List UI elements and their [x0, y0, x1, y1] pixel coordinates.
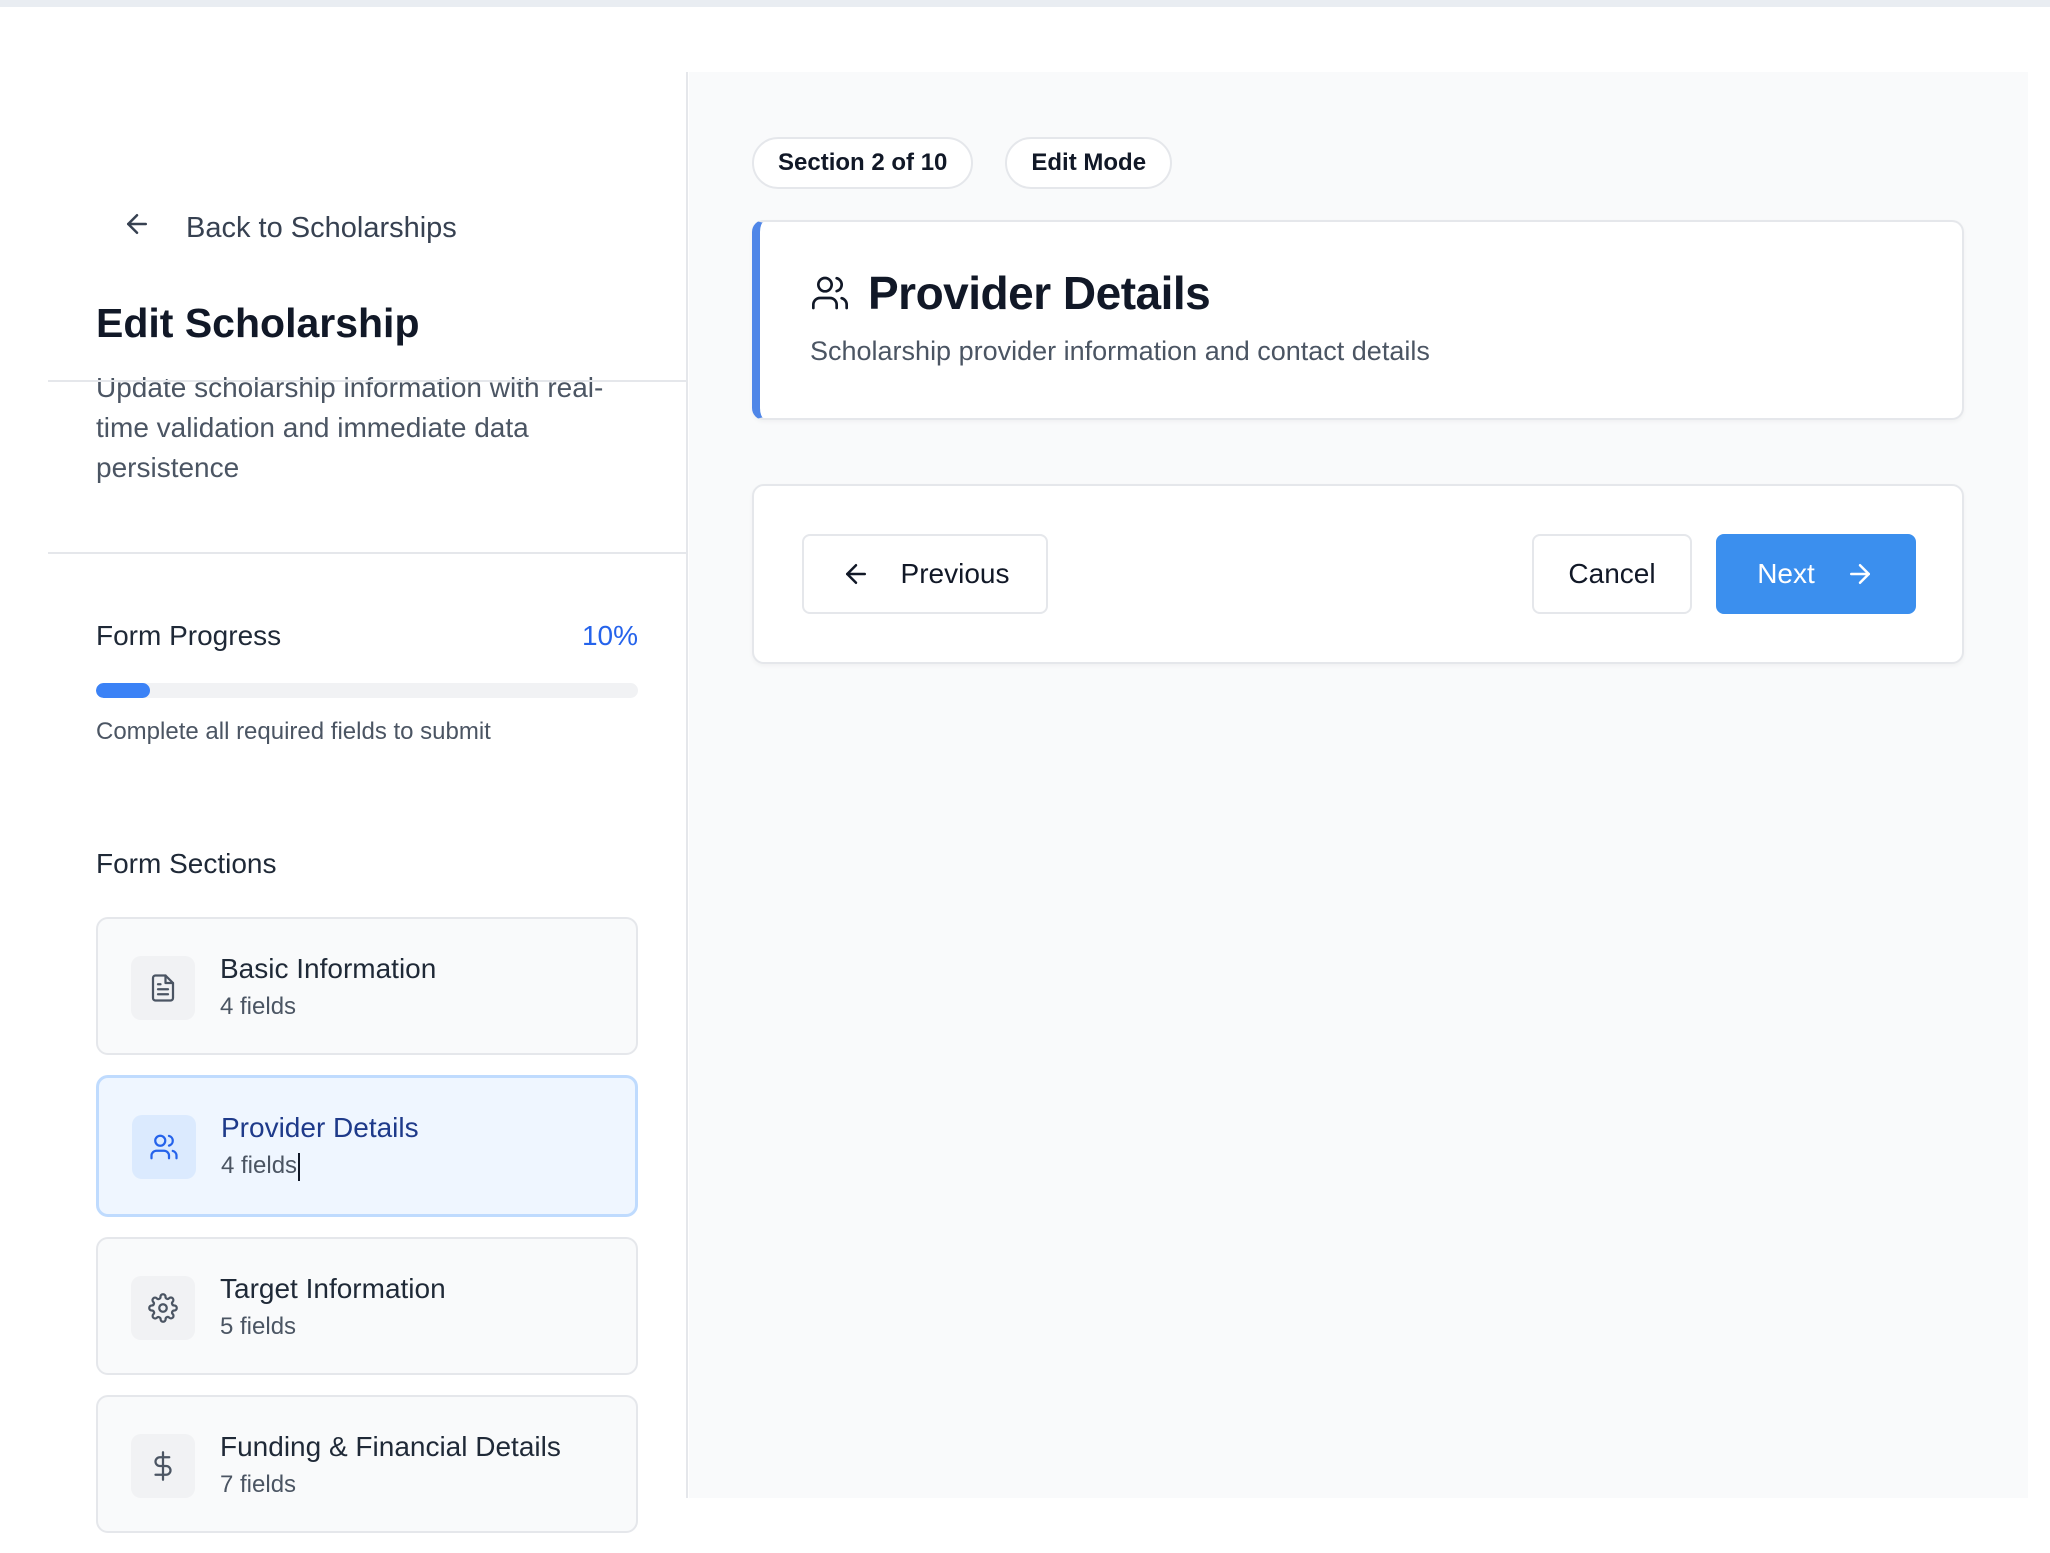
form-sections-list: Basic Information 4 fields Provider Deta…	[96, 917, 638, 1553]
section-field-count: 4 fields	[221, 1152, 298, 1179]
arrow-left-icon	[845, 564, 866, 584]
arrow-right-icon	[1849, 564, 1870, 584]
cancel-button[interactable]: Cancel	[1532, 534, 1692, 614]
section-name: Provider Details	[221, 1112, 419, 1143]
section-field-count: 4 fields	[220, 993, 297, 1020]
section-indicator-badge: Section 2 of 10	[752, 137, 974, 189]
dollar-icon	[131, 1434, 195, 1498]
status-pills: Section 2 of 10 Edit Mode	[752, 137, 1173, 189]
next-label: Next	[1757, 558, 1815, 589]
section-field-count-wrap: 4 fields	[221, 1152, 301, 1181]
page-subtitle: Update scholarship information with real…	[96, 372, 604, 483]
section-field-count: 5 fields	[220, 1313, 297, 1340]
section-name: Funding & Financial Details	[220, 1431, 561, 1462]
edit-mode-badge: Edit Mode	[1005, 137, 1173, 189]
divider	[48, 552, 686, 554]
text-cursor	[298, 1152, 301, 1181]
divider	[48, 380, 686, 382]
form-progress-percent: 10%	[581, 620, 638, 651]
arrow-left-icon	[122, 209, 152, 247]
back-link-label: Back to Scholarships	[186, 211, 457, 244]
section-title: Provider Details	[868, 267, 1211, 319]
progress-bar	[96, 683, 638, 698]
next-button[interactable]: Next	[1716, 534, 1916, 614]
main-content: Section 2 of 10 Edit Mode Provider Detai…	[689, 72, 2028, 1498]
form-progress-label: Form Progress	[96, 620, 282, 651]
form-navigation-card: Previous Cancel Next	[752, 484, 1964, 664]
sidebar: Back to Scholarships Edit Scholarship Up…	[48, 72, 688, 1533]
page-title: Edit Scholarship	[96, 300, 420, 346]
section-field-count: 7 fields	[220, 1471, 297, 1498]
section-name: Basic Information	[220, 953, 437, 984]
form-sections-label: Form Sections	[96, 848, 277, 879]
back-to-scholarships-link[interactable]: Back to Scholarships	[122, 208, 457, 248]
previous-label: Previous	[900, 558, 1010, 589]
users-icon	[132, 1115, 196, 1179]
section-item-funding-financial-details[interactable]: Funding & Financial Details 7 fields	[96, 1395, 638, 1533]
gear-icon	[131, 1276, 195, 1340]
section-item-provider-details[interactable]: Provider Details 4 fields	[96, 1075, 638, 1217]
previous-button[interactable]: Previous	[802, 534, 1048, 614]
document-icon	[131, 956, 195, 1020]
users-icon	[812, 276, 848, 310]
section-header-title: Provider Details	[810, 266, 1211, 320]
progress-bar-fill	[96, 683, 151, 698]
section-item-basic-information[interactable]: Basic Information 4 fields	[96, 917, 638, 1055]
cancel-label: Cancel	[1568, 558, 1656, 589]
progress-hint: Complete all required fields to submit	[96, 718, 491, 745]
section-item-target-information[interactable]: Target Information 5 fields	[96, 1237, 638, 1375]
section-description: Scholarship provider information and con…	[810, 336, 1430, 366]
section-header-card: Provider Details Scholarship provider in…	[752, 220, 1964, 420]
section-name: Target Information	[220, 1273, 446, 1304]
top-border	[0, 0, 2050, 7]
